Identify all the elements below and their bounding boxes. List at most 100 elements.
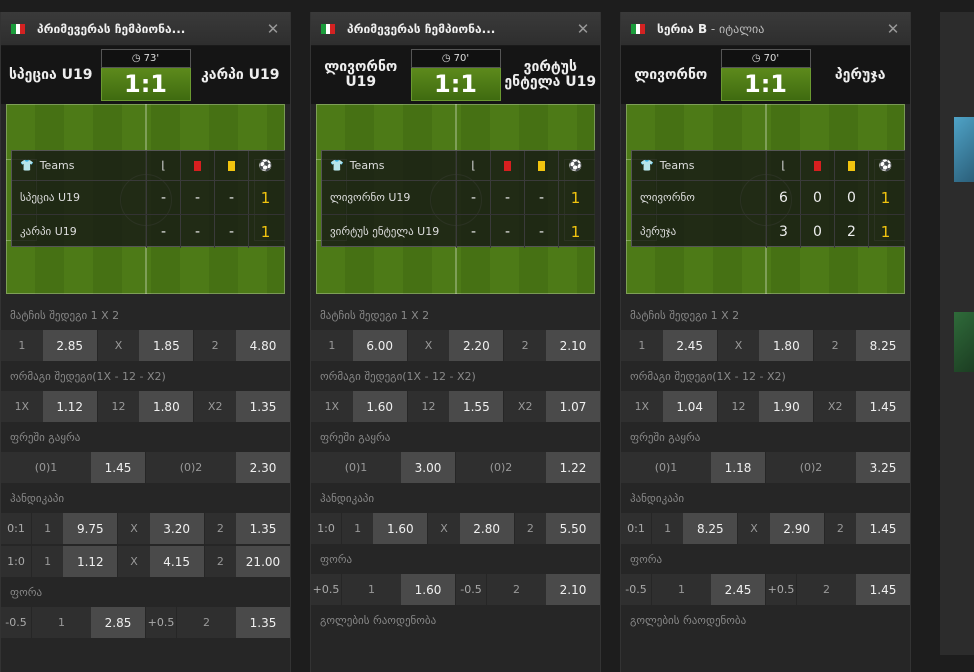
score: 1:1 (720, 68, 811, 101)
odd-button[interactable]: 12 1.90 (717, 391, 814, 422)
fora-line: -0.5 (1, 607, 31, 638)
corners: 3 (766, 215, 800, 248)
stats-header: 👕 Teams ⌊ ⚽ (632, 151, 905, 181)
odd-button[interactable]: X 1.80 (717, 330, 814, 361)
corner-flag-icon: ⌊ (471, 159, 476, 172)
odd-button[interactable]: 1 2.45 (621, 330, 717, 361)
odd-button[interactable]: X 2.20 (407, 330, 504, 361)
odd-button[interactable]: 1 2.45 (652, 574, 765, 605)
odd-value: 2.45 (662, 330, 717, 361)
odd-button[interactable]: 1 1.12 (32, 546, 118, 577)
red-cards: - (180, 181, 214, 214)
odd-button[interactable]: 12 1.55 (407, 391, 504, 422)
odd-button[interactable]: 1X 1.12 (1, 391, 97, 422)
market-title: ფორა (630, 553, 663, 566)
odd-label: X2 (517, 400, 533, 413)
scoreboard: ლივორნო ◷ 70' 1:1 პერუჯა (621, 46, 910, 104)
odds-row: -0.5 1 2.45 +0.5 2 1.45 (621, 574, 910, 605)
corners: - (456, 181, 490, 214)
banner-image[interactable] (954, 117, 974, 182)
odd-button[interactable]: (0)1 1.18 (621, 452, 765, 483)
odd-button[interactable]: (0)1 3.00 (311, 452, 455, 483)
minute-value: 73' (143, 53, 160, 64)
odd-label: (0)2 (489, 461, 513, 474)
odd-value: 2.30 (236, 452, 290, 483)
close-icon[interactable]: ✕ (576, 20, 590, 38)
odds-row: 1X 1.60 12 1.55 X2 1.07 (311, 391, 601, 422)
red-cards: - (490, 215, 524, 248)
odd-button[interactable]: 1X 1.04 (621, 391, 717, 422)
odd-button[interactable]: 1X 1.60 (311, 391, 407, 422)
market-title: ფრეში გაყრა (320, 431, 391, 444)
odd-button[interactable]: 1 9.75 (32, 513, 118, 544)
red-cards: 0 (800, 181, 834, 214)
banner-image[interactable] (954, 312, 974, 372)
odd-button[interactable]: 2 5.50 (514, 513, 600, 544)
odd-button[interactable]: X 2.80 (428, 513, 514, 544)
odds-row: -0.5 1 2.85 +0.5 2 1.35 (1, 607, 290, 638)
table-row: კარპი U19 - - - 1 (12, 215, 285, 248)
ball-icon: ⚽ (568, 159, 583, 172)
away-team: პერუჯა (834, 66, 886, 83)
scoreboard: ლივორნო U19 ◷ 70' 1:1 ვირტუს ენტელა U19 (311, 46, 600, 104)
odd-button[interactable]: 1 2.85 (1, 330, 97, 361)
table-row: ვირტუს ენტელა U19 - - - 1 (322, 215, 595, 248)
fora-line: +0.5 (146, 607, 176, 638)
red-cards: - (490, 181, 524, 214)
odd-value: 1.07 (546, 391, 601, 422)
card-header: პრიმევერას ჩემპიონა... ✕ (311, 12, 600, 46)
yellow-card-icon (538, 160, 545, 171)
odd-button[interactable]: (0)2 1.22 (456, 452, 600, 483)
odd-button[interactable]: X 4.15 (118, 546, 204, 577)
odd-value: 4.15 (149, 546, 204, 577)
odd-label: 1 (678, 583, 685, 596)
odd-label: X (130, 522, 138, 535)
odd-button[interactable]: (0)1 1.45 (1, 452, 145, 483)
odd-button[interactable]: 2 8.25 (814, 330, 911, 361)
odd-button[interactable]: 2 21.00 (204, 546, 290, 577)
odd-button[interactable]: 1 8.25 (652, 513, 738, 544)
odd-button[interactable]: X 1.85 (97, 330, 194, 361)
fora-line: -0.5 (621, 574, 651, 605)
odd-button[interactable]: 12 1.80 (97, 391, 194, 422)
odd-button[interactable]: X2 1.35 (194, 391, 291, 422)
odd-value: 1.80 (139, 391, 194, 422)
close-icon[interactable]: ✕ (266, 20, 280, 38)
odd-label: X (114, 339, 123, 352)
odd-button[interactable]: X 3.20 (118, 513, 204, 544)
odd-button[interactable]: 2 1.35 (177, 607, 290, 638)
odd-button[interactable]: 2 2.10 (504, 330, 601, 361)
odd-button[interactable]: (0)2 2.30 (146, 452, 290, 483)
odd-button[interactable]: 2 1.35 (204, 513, 290, 544)
odd-button[interactable]: 1 1.60 (342, 574, 455, 605)
odd-label: 1 (44, 555, 52, 568)
odd-button[interactable]: 2 4.80 (194, 330, 291, 361)
corners: - (456, 215, 490, 248)
odd-label: 1 (44, 522, 52, 535)
odd-button[interactable]: 1 6.00 (311, 330, 407, 361)
odd-value: 1.60 (352, 391, 407, 422)
odd-label: 2 (831, 339, 839, 352)
odd-label: X2 (827, 400, 843, 413)
odd-button[interactable]: X 2.90 (738, 513, 824, 544)
odd-value: 2.85 (91, 607, 145, 638)
card-header: პრიმევერას ჩემპიონა... ✕ (1, 12, 290, 46)
odd-value: 1.45 (91, 452, 145, 483)
odd-button[interactable]: 1 2.85 (32, 607, 145, 638)
odd-button[interactable]: 2 1.45 (824, 513, 910, 544)
ball-icon: ⚽ (878, 159, 893, 172)
odd-label: (0)1 (654, 461, 678, 474)
odd-value: 2.45 (711, 574, 765, 605)
odd-button[interactable]: 2 1.45 (797, 574, 910, 605)
odd-button[interactable]: (0)2 3.25 (766, 452, 910, 483)
odd-button[interactable]: X2 1.45 (814, 391, 911, 422)
odd-button[interactable]: 2 2.10 (487, 574, 600, 605)
away-team: კარპი U19 (201, 66, 280, 83)
fora-line: +0.5 (766, 574, 796, 605)
close-icon[interactable]: ✕ (886, 20, 900, 38)
stats-table: 👕 Teams ⌊ ⚽ ლივორნო U19 - - - 1 ვირტუს ენ… (321, 150, 595, 248)
odd-button[interactable]: 1 1.60 (342, 513, 428, 544)
card-header: სერია B - იტალია ✕ (621, 12, 910, 46)
odd-button[interactable]: X2 1.07 (504, 391, 601, 422)
odds-row: 1 2.45 X 1.80 2 8.25 (621, 330, 911, 361)
